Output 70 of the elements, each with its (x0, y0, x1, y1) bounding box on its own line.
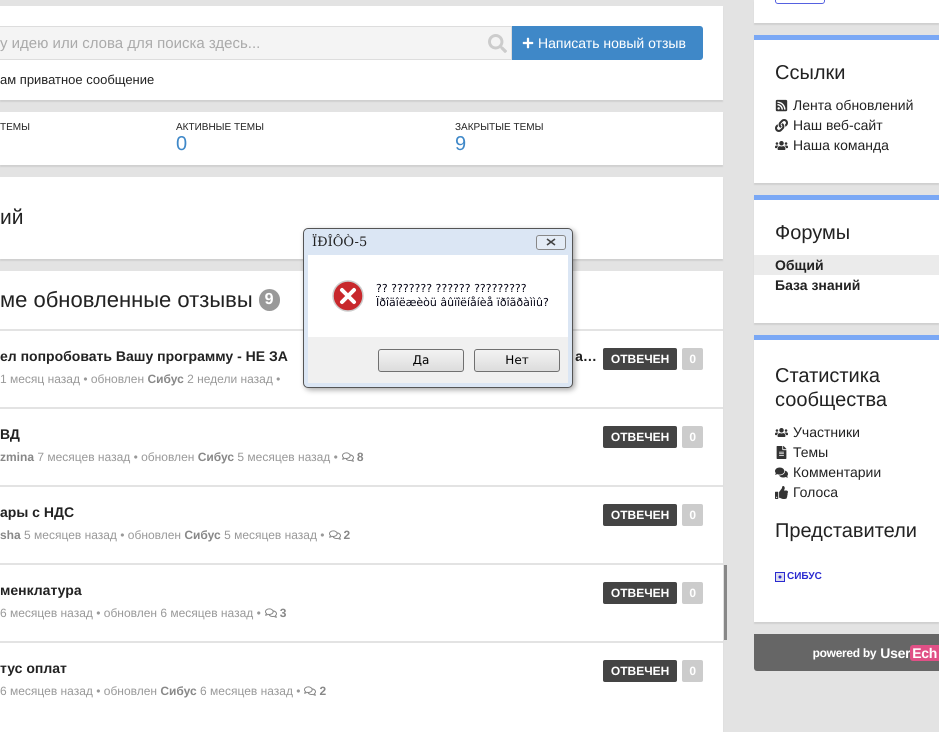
stat-link[interactable]: Голоса (793, 484, 838, 500)
stat-label: ТЕМЫ (0, 122, 31, 133)
dialog-message: Ïðîäîëæèòü âûïîëíåíèå ïðîãðàììû? (376, 296, 549, 310)
comments-icon (775, 466, 788, 478)
comment-count: 2 (344, 528, 350, 542)
comments-icon (328, 529, 340, 541)
comment-count: 8 (356, 450, 364, 464)
stat-label: ЗАКРЫТЫЕ ТЕМЫ (455, 122, 544, 133)
sidebar-link[interactable]: Наша команда (793, 137, 889, 153)
status-badge: ОТВЕЧЕН (602, 504, 678, 526)
forum-item[interactable]: Общий (754, 255, 939, 275)
dialog-button[interactable]: Да (378, 348, 464, 372)
topics-count: 9 (258, 289, 280, 311)
dialog-title: ÏÐÎÔÒ-5 (312, 234, 368, 250)
users-icon (775, 138, 788, 152)
topic-title[interactable]: ел попробовать Вашу программу - НЕ ЗА (0, 348, 288, 364)
avatar-icon (775, 572, 785, 582)
topic-meta: 6 месяцев назад • обновлен Сибус 6 месяцев назад • (0, 684, 300, 698)
link-icon (775, 118, 788, 132)
comments-icon (342, 451, 354, 463)
comment-count: 2 (319, 684, 326, 698)
topic-title[interactable]: а… (575, 348, 597, 364)
forum-item[interactable]: База знаний (754, 275, 939, 295)
status-badge: ОТВЕЧЕН (602, 348, 678, 370)
topics-heading: ме обновленные отзывы (0, 287, 253, 313)
topic-meta: zmina 7 месяцев назад • обновлен Сибус 5 месяцев назад • (0, 450, 338, 464)
forum-heading: ий (0, 206, 24, 230)
thumbs-up-icon (775, 486, 788, 498)
rss-icon (775, 98, 788, 112)
topic-title[interactable]: тус оплат (0, 660, 67, 676)
document-icon (775, 446, 788, 458)
topic-meta: 6 месяцев назад • обновлен 6 месяцев назад • (0, 606, 261, 620)
new-review-button[interactable]: Написать новый отзыв (512, 26, 703, 60)
private-message-link[interactable]: ам приватное сообщение (0, 72, 703, 87)
scrollbar-thumb[interactable] (724, 565, 727, 640)
dialog-button[interactable]: Нет (474, 348, 560, 372)
topic-title[interactable]: менклатура (0, 582, 82, 598)
stat-link[interactable]: Темы (793, 444, 828, 460)
stat-link[interactable]: Участники (793, 424, 860, 440)
comments-icon (264, 607, 277, 619)
comment-count: 3 (280, 606, 286, 620)
comments-icon (304, 685, 316, 697)
topic-meta: sha 5 месяцев назад • обновлен Сибус 5 месяцев назад • (0, 528, 324, 542)
status-badge: ОТВЕЧЕН (602, 660, 678, 682)
status-badge: ОТВЕЧЕН (602, 582, 678, 604)
powered-by-text: powered by (812, 646, 876, 660)
stat-value: 9 (455, 133, 468, 156)
dialog-message: ?? ??????? ?????? ????????? (376, 282, 528, 296)
representative-name[interactable]: СИБУС (787, 571, 822, 582)
logo[interactable]: User Ech (880, 644, 939, 660)
plus-icon (522, 37, 534, 49)
topic-title[interactable]: ВД (0, 426, 20, 442)
close-button[interactable] (536, 234, 566, 250)
search-icon (488, 34, 507, 53)
representatives-heading: Представители (775, 520, 918, 543)
stat-label: АКТИВНЫЕ ТЕМЫ (176, 122, 265, 133)
stat-value: 0 (176, 133, 188, 156)
forums-heading: Форумы (775, 222, 852, 245)
sidebar-link[interactable]: Лента обновлений (793, 97, 914, 113)
topic-meta: 1 месяц назад • обновлен Сибус 2 недели назад • (0, 372, 280, 386)
sidebar-link[interactable]: Наш веб-сайт (793, 117, 883, 133)
users-icon (775, 426, 788, 438)
links-heading: Ссылки (775, 62, 846, 85)
error-icon (332, 280, 364, 312)
community-heading: Статистика сообщества (775, 364, 888, 412)
stat-link[interactable]: Комментарии (793, 464, 882, 480)
status-badge: ОТВЕЧЕН (602, 426, 678, 448)
search-field[interactable]: у идею или слова для поиска здесь... (0, 26, 512, 60)
close-icon (546, 238, 556, 246)
topic-title[interactable]: ары с НДС (0, 504, 74, 520)
